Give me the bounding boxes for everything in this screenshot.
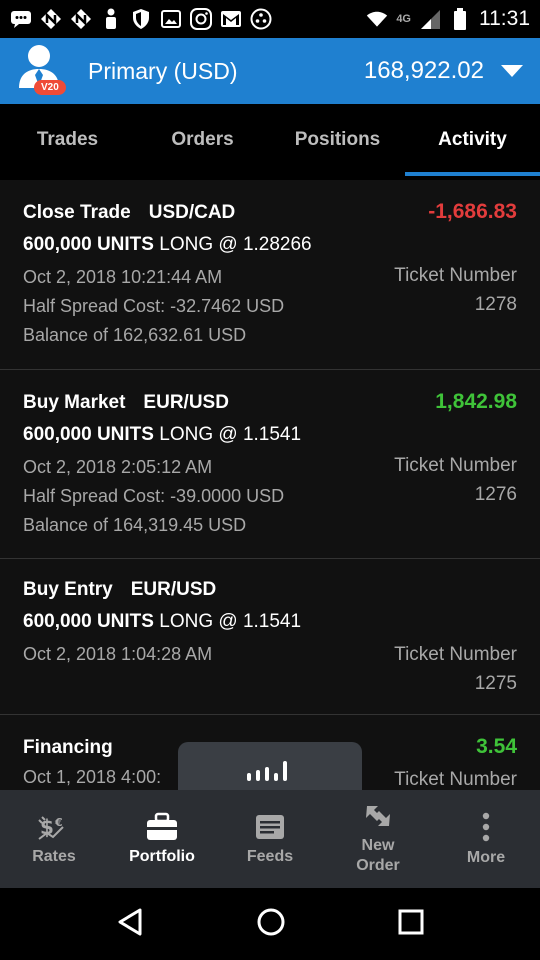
rates-icon: $ € bbox=[38, 815, 64, 840]
nav-portfolio-label: Portfolio bbox=[129, 848, 195, 865]
activity-item[interactable]: Buy Market EUR/USD 1,842.98 600,000 UNIT… bbox=[0, 370, 540, 559]
nav-more-label: More bbox=[466, 849, 506, 866]
activity-item[interactable]: Buy Entry EUR/USD 600,000 UNITS LONG @ 1… bbox=[0, 559, 540, 715]
gmail-icon bbox=[220, 8, 242, 30]
activity-type: Financing bbox=[23, 737, 113, 758]
activity-amount: 1,842.98 bbox=[435, 390, 517, 413]
tab-orders[interactable]: Orders bbox=[135, 104, 270, 176]
more-dots-icon bbox=[482, 812, 490, 842]
nav-feeds[interactable]: Feeds bbox=[216, 790, 324, 888]
chart-bars-icon bbox=[247, 761, 287, 781]
ticket-label: Ticket Number bbox=[394, 644, 517, 665]
wifi-icon bbox=[366, 8, 388, 30]
ticket-number: 1275 bbox=[474, 673, 517, 694]
shield-icon bbox=[130, 8, 152, 30]
tab-trades[interactable]: Trades bbox=[0, 104, 135, 176]
activity-direction: LONG @ 1.1541 bbox=[159, 611, 302, 632]
bottom-navigation: $ € Rates Portfolio Feeds New Order More bbox=[0, 790, 540, 888]
ticket-number: 1276 bbox=[474, 484, 517, 505]
nav-rates-label: Rates bbox=[32, 848, 76, 865]
notification-n-icon bbox=[40, 8, 62, 30]
activity-direction: LONG @ 1.28266 bbox=[159, 234, 312, 255]
nav-new-order-label-line2: Order bbox=[356, 857, 400, 874]
nav-feeds-label: Feeds bbox=[246, 848, 294, 865]
nav-portfolio[interactable]: Portfolio bbox=[108, 790, 216, 888]
account-name: Primary (USD) bbox=[88, 57, 238, 84]
briefcase-icon bbox=[147, 812, 177, 840]
activity-units: 600,000 UNITS bbox=[23, 424, 154, 445]
ticket-label: Ticket Number bbox=[394, 455, 517, 476]
nav-new-order[interactable]: New Order bbox=[324, 790, 432, 888]
activity-direction: LONG @ 1.1541 bbox=[159, 424, 302, 445]
account-avatar[interactable]: V20 bbox=[16, 42, 74, 100]
ticket-label: Ticket Number bbox=[394, 769, 517, 790]
signal-icon bbox=[419, 8, 441, 30]
activity-type: Buy Market bbox=[23, 392, 126, 413]
camera-icon bbox=[190, 8, 212, 30]
activity-instrument: EUR/USD bbox=[143, 392, 229, 413]
tab-activity[interactable]: Activity bbox=[405, 104, 540, 176]
activity-balance: Balance of 164,319.45 USD bbox=[23, 515, 247, 535]
account-selector[interactable]: V20 Primary (USD) 168,922.02 bbox=[0, 38, 540, 104]
activity-item[interactable]: Close Trade USD/CAD -1,686.83 600,000 UN… bbox=[0, 180, 540, 370]
notification-n-icon bbox=[70, 8, 92, 30]
nav-more[interactable]: More bbox=[432, 790, 540, 888]
status-notification-icons bbox=[10, 8, 272, 30]
activity-type: Close Trade bbox=[23, 202, 131, 223]
feeds-icon bbox=[256, 815, 284, 839]
dots-icon bbox=[250, 8, 272, 30]
activity-amount: -1,686.83 bbox=[428, 200, 517, 223]
ticket-number: 1278 bbox=[474, 294, 517, 315]
status-system-icons: 4G 11:31 bbox=[366, 7, 530, 31]
activity-units: 600,000 UNITS bbox=[23, 234, 154, 255]
back-icon[interactable] bbox=[116, 907, 144, 942]
activity-balance: Balance of 162,632.61 USD bbox=[23, 325, 247, 345]
message-icon bbox=[10, 8, 32, 30]
activity-amount: 3.54 bbox=[476, 735, 517, 758]
new-order-icon bbox=[366, 806, 390, 826]
system-navigation-bar bbox=[0, 888, 540, 960]
account-version-badge: V20 bbox=[34, 80, 66, 95]
tab-positions[interactable]: Positions bbox=[270, 104, 405, 176]
home-icon[interactable] bbox=[256, 907, 286, 942]
person-icon bbox=[100, 8, 122, 30]
activity-units: 600,000 UNITS bbox=[23, 611, 154, 632]
clock: 11:31 bbox=[479, 7, 530, 30]
svg-text:€: € bbox=[54, 816, 63, 829]
battery-icon bbox=[449, 8, 471, 30]
nav-new-order-label-line1: New bbox=[361, 837, 395, 854]
status-bar: 4G 11:31 bbox=[0, 0, 540, 38]
activity-instrument: EUR/USD bbox=[130, 579, 217, 600]
activity-type: Buy Entry bbox=[23, 579, 113, 600]
image-icon bbox=[160, 8, 182, 30]
portfolio-tabs: Trades Orders Positions Activity bbox=[0, 104, 540, 176]
recents-icon[interactable] bbox=[398, 909, 424, 940]
network-type: 4G bbox=[396, 13, 411, 25]
ticket-label: Ticket Number bbox=[394, 265, 517, 286]
activity-list[interactable]: Close Trade USD/CAD -1,686.83 600,000 UN… bbox=[0, 180, 540, 790]
nav-rates[interactable]: $ € Rates bbox=[0, 790, 108, 888]
account-balance: 168,922.02 bbox=[363, 57, 484, 84]
chevron-down-icon[interactable] bbox=[500, 63, 524, 79]
activity-instrument: USD/CAD bbox=[148, 202, 236, 223]
